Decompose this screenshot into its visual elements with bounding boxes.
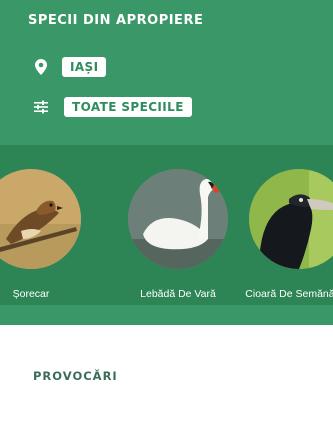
- filter-row[interactable]: TOATE SPECIILE: [33, 97, 192, 117]
- species-name: Șorecar: [12, 288, 50, 300]
- buzzard-photo: [0, 169, 81, 269]
- species-name: Lebădă De Vară: [140, 288, 216, 300]
- filter-chip[interactable]: TOATE SPECIILE: [64, 97, 192, 117]
- species-carousel[interactable]: Șorecar Lebădă De Vară Cioară De Semănă: [0, 145, 333, 325]
- nearby-species-header: SPECII DIN APROPIERE IAȘI TOATE SPECIILE: [0, 0, 333, 145]
- location-pin-icon: [33, 57, 49, 77]
- swan-photo: [128, 169, 228, 269]
- species-card-rook[interactable]: Cioară De Semănătură: [244, 169, 333, 301]
- header-title: SPECII DIN APROPIERE: [28, 13, 204, 28]
- species-card-swan[interactable]: Lebădă De Vară: [123, 169, 233, 301]
- rook-photo: [249, 169, 333, 269]
- species-name: Cioară De Semănătură: [245, 288, 333, 300]
- sliders-filter-icon: [33, 97, 49, 117]
- location-row[interactable]: IAȘI: [33, 57, 107, 77]
- location-chip[interactable]: IAȘI: [62, 57, 107, 77]
- species-card-buzzard[interactable]: Șorecar: [0, 169, 86, 301]
- challenges-section-title: PROVOCĂRI: [33, 369, 118, 383]
- species-list: Șorecar Lebădă De Vară Cioară De Semănă: [0, 145, 333, 305]
